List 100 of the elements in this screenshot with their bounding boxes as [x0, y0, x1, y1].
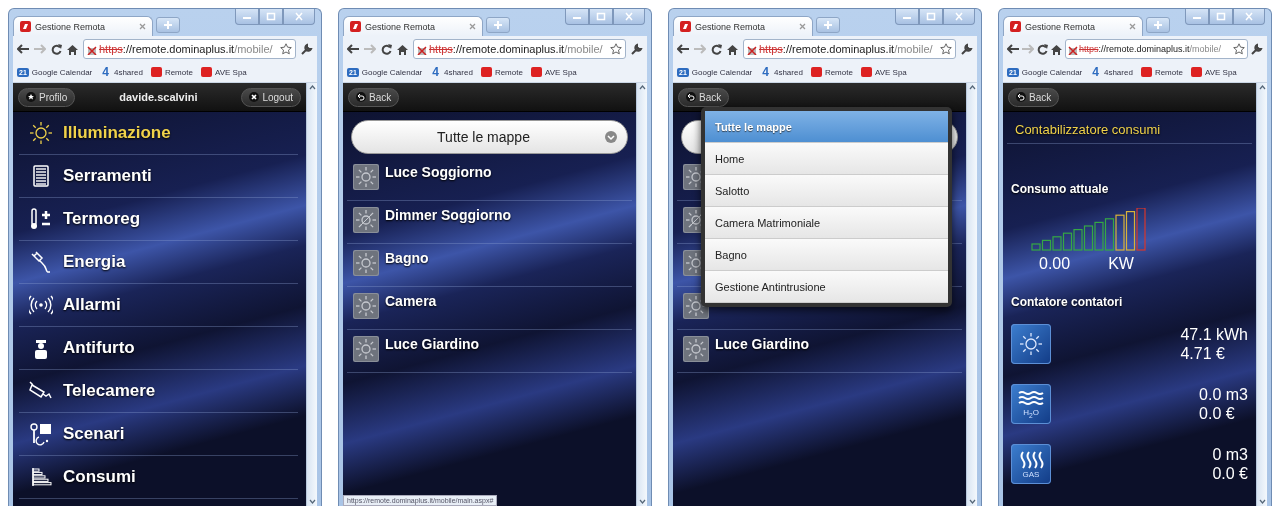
menu-item[interactable]: Energia	[19, 241, 298, 284]
maximize-icon[interactable]	[596, 12, 606, 21]
back-icon[interactable]	[686, 92, 696, 102]
back-arrow-icon[interactable]	[347, 44, 359, 54]
reload-icon[interactable]	[711, 43, 722, 55]
new-tab-button[interactable]	[1146, 17, 1170, 33]
browser-tab[interactable]: Gestione Remota	[13, 16, 153, 36]
minimize-button[interactable]	[235, 9, 259, 25]
scroll-up-icon[interactable]	[638, 85, 646, 90]
bookmark[interactable]: AVE Spa	[530, 67, 577, 77]
scrollbar[interactable]	[636, 83, 647, 506]
maximize-button[interactable]	[919, 9, 943, 25]
home-icon[interactable]	[67, 43, 78, 55]
back-button[interactable]: Back	[1008, 87, 1060, 107]
bookmark[interactable]: 4 4shared	[1090, 64, 1133, 80]
home-icon[interactable]	[397, 43, 408, 55]
back-icon[interactable]	[356, 92, 366, 102]
maximize-icon[interactable]	[1216, 12, 1226, 21]
address-bar[interactable]: https://remote.dominaplus.it/mobile/	[83, 39, 296, 59]
new-tab-button[interactable]	[486, 17, 510, 33]
scroll-up-icon[interactable]	[1258, 85, 1266, 90]
close-button[interactable]	[613, 9, 645, 25]
back-arrow-icon[interactable]	[1007, 44, 1019, 54]
new-tab-button[interactable]	[156, 17, 180, 33]
reload-icon[interactable]	[1037, 43, 1048, 55]
bookmark[interactable]: AVE Spa	[1190, 67, 1237, 77]
wrench-icon[interactable]	[1251, 43, 1263, 55]
bookmark[interactable]: Remote	[1140, 67, 1183, 77]
bookmark[interactable]: 4 4shared	[430, 64, 473, 80]
dropdown-option[interactable]: Home	[705, 143, 948, 175]
menu-item[interactable]: Allarmi	[19, 284, 298, 327]
menu-item[interactable]: Telecamere	[19, 370, 298, 413]
scroll-down-icon[interactable]	[638, 499, 646, 504]
menu-item[interactable]: Antifurto	[19, 327, 298, 370]
list-item[interactable]: Dimmer Soggiorno	[347, 201, 632, 244]
back-button[interactable]: Back	[348, 87, 400, 107]
list-item[interactable]: Camera	[347, 287, 632, 330]
scrollbar[interactable]	[1256, 83, 1267, 506]
maximize-icon[interactable]	[266, 12, 276, 21]
scroll-down-icon[interactable]	[968, 499, 976, 504]
home-icon[interactable]	[1051, 43, 1062, 55]
maximize-button[interactable]	[259, 9, 283, 25]
reload-icon[interactable]	[381, 43, 392, 55]
close-button[interactable]	[943, 9, 975, 25]
back-arrow-icon[interactable]	[677, 44, 689, 54]
new-tab-button[interactable]	[816, 17, 840, 33]
dropdown-option[interactable]: Salotto	[705, 175, 948, 207]
browser-tab[interactable]: Gestione Remota	[343, 16, 483, 36]
home-icon[interactable]	[727, 43, 738, 55]
bookmark[interactable]: AVE Spa	[860, 67, 907, 77]
dropdown-option[interactable]: Bagno	[705, 239, 948, 271]
wrench-icon[interactable]	[301, 43, 313, 55]
star-icon[interactable]	[940, 43, 952, 55]
minimize-button[interactable]	[895, 9, 919, 25]
scroll-up-icon[interactable]	[308, 85, 316, 90]
scrollbar[interactable]	[966, 83, 977, 506]
reload-icon[interactable]	[51, 43, 62, 55]
list-item[interactable]: Bagno	[347, 244, 632, 287]
back-button[interactable]: Back	[678, 87, 730, 107]
close-button[interactable]	[283, 9, 315, 25]
menu-item[interactable]: Consumi	[19, 456, 298, 499]
star-icon[interactable]	[280, 43, 292, 55]
star-icon[interactable]	[610, 43, 622, 55]
list-item[interactable]: Luce Soggiorno	[347, 158, 632, 201]
close-button[interactable]	[1233, 9, 1265, 25]
star-icon[interactable]	[1233, 43, 1245, 55]
address-bar[interactable]: https://remote.dominaplus.it/mobile/	[413, 39, 626, 59]
scrollbar[interactable]	[306, 83, 317, 506]
scroll-down-icon[interactable]	[308, 499, 316, 504]
bookmark[interactable]: 4 4shared	[100, 64, 143, 80]
back-icon[interactable]	[1016, 92, 1026, 102]
list-item[interactable]: Luce Giardino	[347, 330, 632, 373]
bookmark[interactable]: AVE Spa	[200, 67, 247, 77]
browser-tab[interactable]: Gestione Remota	[1003, 16, 1143, 36]
maximize-button[interactable]	[589, 9, 613, 25]
forward-arrow-icon[interactable]	[34, 44, 46, 54]
address-bar[interactable]: https://remote.dominaplus.it/mobile/	[1065, 39, 1248, 59]
scroll-down-icon[interactable]	[1258, 499, 1266, 504]
dropdown-option[interactable]: Gestione Antintrusione	[705, 271, 948, 303]
scroll-up-icon[interactable]	[968, 85, 976, 90]
menu-item[interactable]: Serramenti	[19, 155, 298, 198]
profile-button[interactable]: Profilo	[18, 87, 76, 107]
address-bar[interactable]: https://remote.dominaplus.it/mobile/	[743, 39, 956, 59]
menu-item[interactable]: Termoreg	[19, 198, 298, 241]
wrench-icon[interactable]	[631, 43, 643, 55]
dropdown-option[interactable]: Camera Matrimoniale	[705, 207, 948, 239]
bookmark[interactable]: 4 4shared	[760, 64, 803, 80]
bookmark[interactable]: Remote	[810, 67, 853, 77]
minimize-button[interactable]	[1185, 9, 1209, 25]
bookmark[interactable]: Remote	[480, 67, 523, 77]
wrench-icon[interactable]	[961, 43, 973, 55]
menu-item[interactable]: Scenari	[19, 413, 298, 456]
maximize-icon[interactable]	[926, 12, 936, 21]
map-select[interactable]: Tutte le mappe	[351, 120, 628, 154]
bookmark[interactable]: Remote	[150, 67, 193, 77]
minimize-button[interactable]	[565, 9, 589, 25]
forward-arrow-icon[interactable]	[694, 44, 706, 54]
star-icon[interactable]	[26, 92, 36, 102]
browser-tab[interactable]: Gestione Remota	[673, 16, 813, 36]
maximize-button[interactable]	[1209, 9, 1233, 25]
